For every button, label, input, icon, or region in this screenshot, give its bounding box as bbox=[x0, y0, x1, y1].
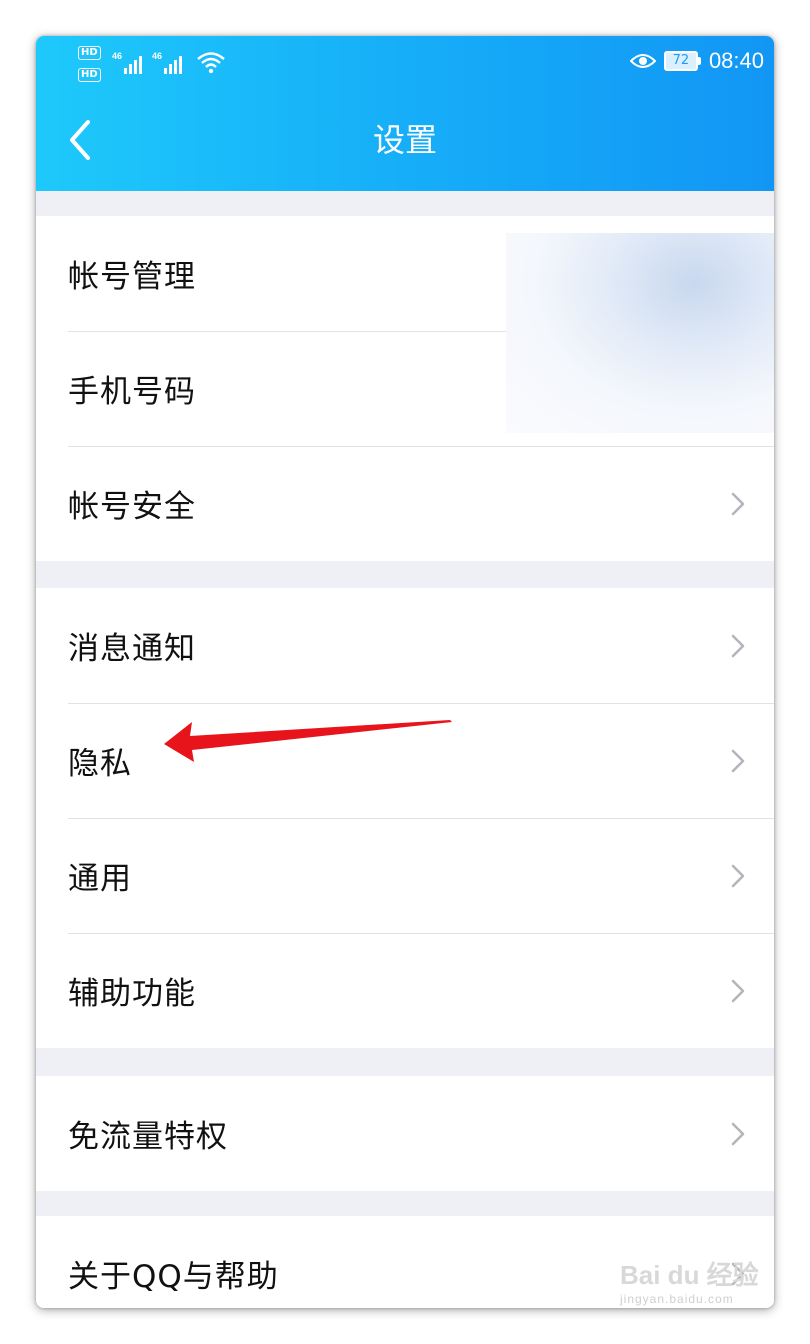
battery-icon: 72 bbox=[663, 51, 701, 71]
chevron-right-icon bbox=[731, 749, 745, 772]
settings-item-general[interactable]: 通用 bbox=[36, 818, 774, 933]
status-bar-left: HD HD 46 46 bbox=[76, 42, 236, 86]
svg-text:46: 46 bbox=[152, 51, 162, 61]
settings-item-label: 免流量特权 bbox=[68, 1119, 228, 1155]
settings-item-accessibility[interactable]: 辅助功能 bbox=[36, 933, 774, 1048]
page-title: 设置 bbox=[372, 121, 437, 159]
wifi-icon bbox=[197, 52, 225, 74]
watermark-logo: Bai du 经验 bbox=[620, 1260, 759, 1290]
settings-item-label: 辅助功能 bbox=[68, 976, 196, 1012]
status-bar-right: 72 08:40 bbox=[629, 46, 764, 76]
svg-text:46: 46 bbox=[112, 51, 122, 61]
settings-item-label: 帐号管理 bbox=[68, 259, 196, 295]
settings-item-label: 帐号安全 bbox=[68, 489, 196, 525]
settings-group-data: 免流量特权 bbox=[36, 1076, 774, 1191]
watermark-url: jingyan.baidu.com bbox=[620, 1292, 734, 1306]
watermark: Bai du 经验 jingyan.baidu.com bbox=[620, 1255, 780, 1315]
eye-comfort-icon bbox=[629, 54, 656, 68]
annotation-arrow-icon bbox=[164, 720, 452, 762]
app-header: HD HD 46 46 72 08:40 设置 bbox=[36, 36, 774, 191]
settings-item-label: 关于QQ与帮助 bbox=[68, 1259, 279, 1295]
settings-item-notifications[interactable]: 消息通知 bbox=[36, 588, 774, 703]
signal-icon: 46 46 bbox=[112, 51, 182, 74]
battery-level: 72 bbox=[672, 53, 690, 68]
settings-group-general: 消息通知 隐私 通用 辅助功能 bbox=[36, 588, 774, 1048]
settings-item-account-security[interactable]: 帐号安全 bbox=[36, 446, 774, 561]
settings-item-label: 消息通知 bbox=[68, 631, 196, 667]
chevron-right-icon bbox=[731, 979, 745, 1002]
chevron-right-icon bbox=[731, 864, 745, 887]
phone-screen: HD HD 46 46 72 08:40 设置 帐号管理 手机号码 帐号安全 消… bbox=[36, 36, 774, 1308]
chevron-right-icon bbox=[731, 1122, 745, 1145]
chevron-right-icon bbox=[731, 492, 745, 515]
hd-badge: HD bbox=[78, 68, 101, 82]
settings-item-label: 通用 bbox=[68, 861, 132, 897]
chevron-right-icon bbox=[731, 634, 745, 657]
blurred-redaction bbox=[506, 233, 774, 433]
settings-item-label: 隐私 bbox=[68, 746, 132, 782]
hd-badge: HD bbox=[78, 46, 101, 60]
settings-item-label: 手机号码 bbox=[68, 374, 196, 410]
settings-item-free-data[interactable]: 免流量特权 bbox=[36, 1076, 774, 1191]
status-time: 08:40 bbox=[708, 48, 764, 73]
